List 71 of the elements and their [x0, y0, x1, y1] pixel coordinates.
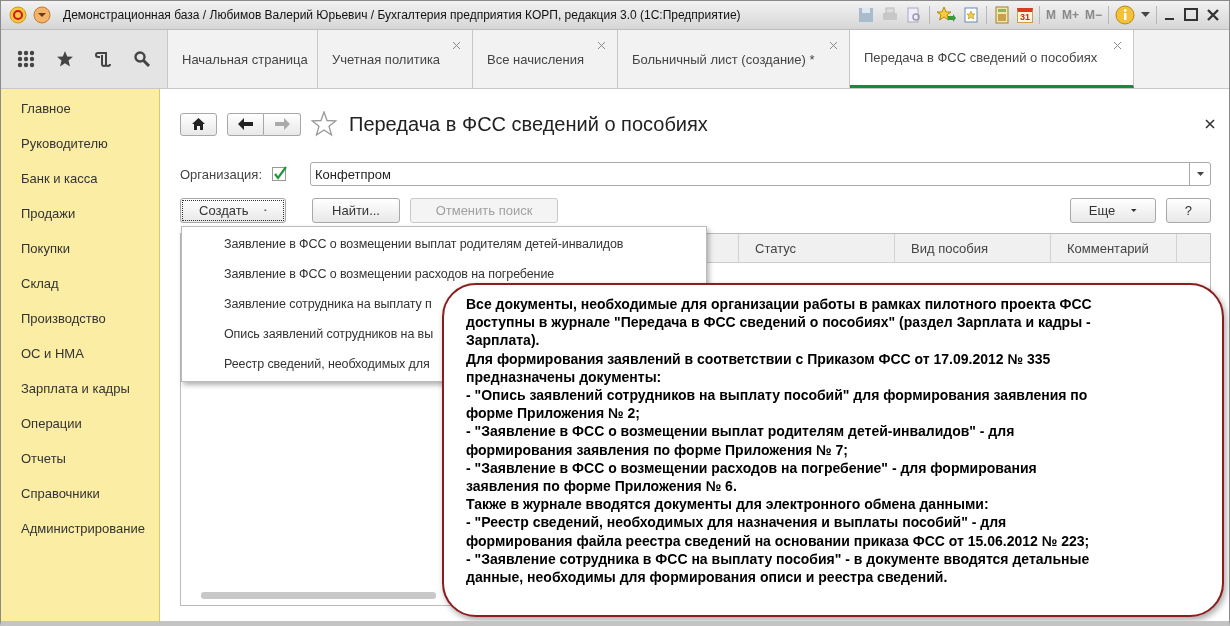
home-icon	[192, 118, 205, 130]
column-header[interactable]: Комментарий	[1051, 234, 1177, 262]
preview-icon[interactable]	[904, 6, 923, 24]
calendar-icon[interactable]: 31	[1016, 7, 1033, 23]
search-icon[interactable]	[132, 50, 151, 68]
command-button[interactable]: ?	[1165, 197, 1211, 223]
home-button[interactable]	[180, 112, 217, 136]
caret-icon[interactable]	[1196, 172, 1204, 176]
sidebar-item[interactable]: Справочники	[1, 486, 159, 521]
callout-text: Зарплата).	[466, 331, 541, 350]
tab[interactable]: Начальная страница	[168, 30, 318, 88]
maximize-icon[interactable]	[1183, 7, 1199, 23]
checkbox[interactable]	[272, 166, 289, 182]
column-header[interactable]: Вид пособия	[895, 234, 1051, 262]
caret-icon[interactable]	[1141, 12, 1150, 18]
callout-text: данные, необходимы для формирования описи и реестра сведений.	[466, 568, 949, 587]
star-arrow-icon[interactable]	[935, 6, 956, 24]
sidebar-item[interactable]: Отчеты	[1, 451, 159, 486]
star-icon[interactable]	[55, 50, 74, 68]
calculator-icon[interactable]	[992, 6, 1011, 24]
tab[interactable]: Передача в ФСС сведений о пособиях	[850, 30, 1134, 88]
sidebar-item[interactable]: Производство	[1, 311, 159, 346]
sidebar-item[interactable]: Администрирование	[1, 521, 159, 556]
callout-text: форме Приложения № 2;	[466, 404, 641, 423]
apps-grid-icon[interactable]	[17, 50, 36, 68]
callout-text: доступны в журнале "Передача в ФСС сведений о пособиях" (раздел Зарплата и кадры -	[466, 313, 1092, 332]
window-title: Демонстрационная база / Любимов Валерий Юрьевич / Бухгалтерия предприятия КОРП, редакция 3.0 (1С:Предприятие)	[63, 8, 741, 22]
sidebar-item[interactable]: Операции	[1, 416, 159, 451]
logo-icon	[9, 6, 27, 24]
organization-label: Организация:	[180, 166, 263, 182]
callout-text: формирования файла реестра сведений на основании приказа ФСС от 15.06.2012 № 223;	[466, 531, 1091, 550]
close-icon[interactable]	[1205, 119, 1215, 129]
page-title: Передача в ФСС сведений о пособиях	[349, 112, 708, 136]
callout-text: предназначены документы:	[466, 367, 663, 386]
callout-text: Для формирования заявлений в соответствии с Приказом ФСС от 17.09.2012 № 335	[466, 349, 1052, 368]
sidebar-item[interactable]: Продажи	[1, 206, 159, 241]
info-icon[interactable]	[1115, 5, 1135, 25]
close-icon[interactable]	[1205, 7, 1221, 23]
sidebar-item[interactable]: Покупки	[1, 241, 159, 276]
command-button[interactable]: Создать	[180, 197, 286, 223]
back-button[interactable]	[227, 112, 264, 136]
callout-text: - "Заявление в ФСС о возмещении расходов на погребение" - для формирования	[466, 458, 1038, 478]
sidebar-item[interactable]: Главное	[1, 101, 159, 136]
caret-icon	[1131, 207, 1137, 213]
sidebar-item[interactable]: ОС и НМА	[1, 346, 159, 381]
callout-text: Также в журнале вводятся документы для электронного обмена данными:	[466, 495, 990, 514]
callout-text: - "Опись заявлений сотрудников на выплату пособий" для формирования заявления по	[466, 386, 1089, 405]
scrollbar[interactable]	[201, 592, 436, 599]
callout-text: - "Заявление в ФСС о возмещении выплат родителям детей-инвалидов" - для	[466, 422, 1016, 441]
command-button[interactable]: Найти...	[312, 197, 400, 223]
column-header[interactable]: Статус	[739, 234, 895, 262]
command-button[interactable]: Еще	[1069, 197, 1156, 223]
star-outline-icon[interactable]	[311, 111, 337, 137]
callout-text: формирования заявления по форме Приложения № 7;	[466, 440, 849, 459]
organization-field[interactable]: Конфетпром	[310, 162, 1211, 186]
tab[interactable]: Все начисления	[473, 30, 618, 88]
sidebar-item[interactable]: Банк и касса	[1, 171, 159, 206]
left-arrow-icon	[238, 118, 253, 130]
menu-icon[interactable]	[33, 6, 51, 24]
sidebar-item[interactable]: Зарплата и кадры	[1, 381, 159, 416]
sidebar-item[interactable]: Склад	[1, 276, 159, 311]
bookmark-icon[interactable]	[961, 6, 980, 24]
history-icon[interactable]	[94, 50, 113, 68]
sidebar-item[interactable]: Руководителю	[1, 136, 159, 171]
callout-text: Все документы, необходимые для организации работы в рамках пилотного проекта ФСС	[466, 295, 1093, 314]
callout-text: заявления по форме Приложения № 6.	[466, 477, 738, 496]
callout-text: - "Заявление сотрудника в ФСС на выплату пособия" - в документе вводятся детальные	[466, 549, 1091, 569]
right-arrow-icon	[274, 118, 290, 130]
callout-text: - "Реестр сведений, необходимых для назначения и выплаты пособий" - для	[466, 513, 1008, 532]
tab[interactable]: Учетная политика	[318, 30, 473, 88]
menu-item[interactable]: Заявление в ФСС о возмещении выплат родителям детей-инвалидов	[182, 229, 706, 259]
